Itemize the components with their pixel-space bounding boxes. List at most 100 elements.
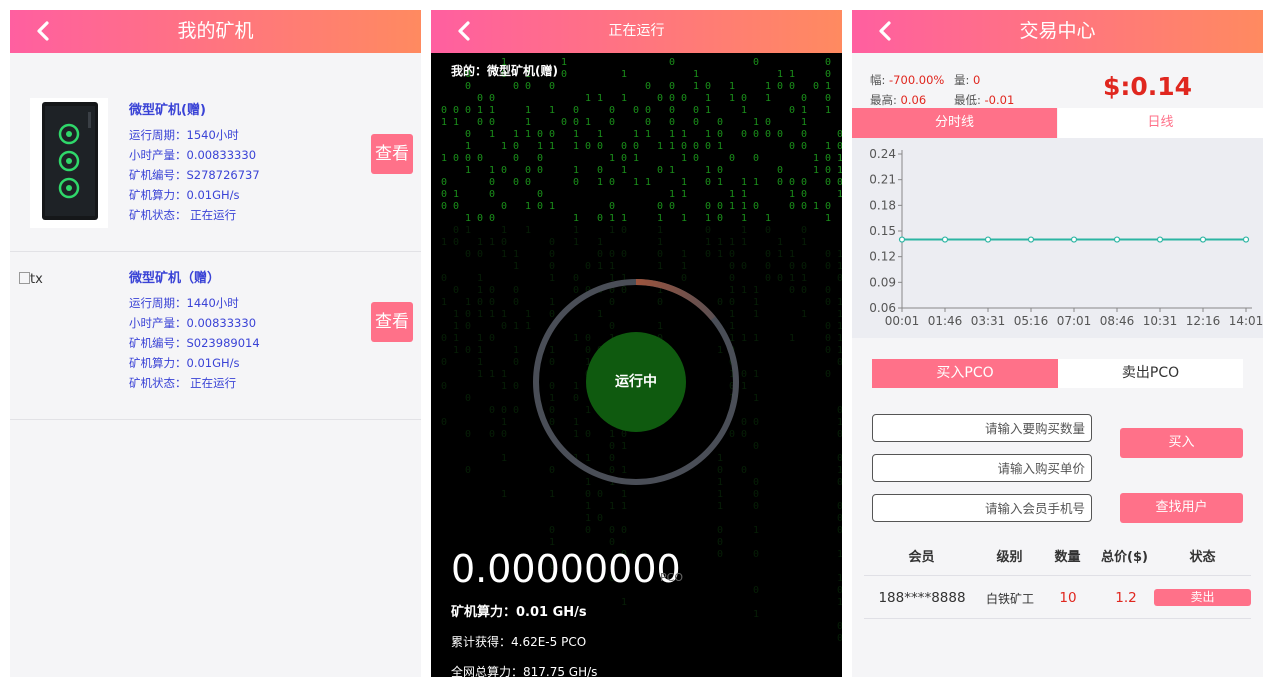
matrix-digit: 1 bbox=[465, 165, 471, 176]
matrix-digit: 0 bbox=[645, 117, 651, 128]
total-earned-line: 累计获得：4.62E-5 PCO bbox=[451, 635, 587, 649]
matrix-digit: 0 bbox=[489, 213, 495, 224]
matrix-digit: 0 bbox=[825, 261, 831, 272]
matrix-digit: 1 bbox=[753, 369, 759, 380]
matrix-digit: 0 bbox=[513, 381, 519, 392]
matrix-digit: 0 bbox=[765, 129, 771, 140]
quantity-input[interactable] bbox=[872, 414, 1092, 442]
matrix-digit: 1 bbox=[573, 237, 579, 248]
matrix-digit: 1 bbox=[549, 201, 555, 212]
matrix-digit: 1 bbox=[621, 489, 627, 500]
matrix-digit: 0 bbox=[549, 237, 555, 248]
matrix-digit: 0 bbox=[753, 153, 759, 164]
matrix-digit: 1 bbox=[609, 213, 615, 224]
matrix-digit: 0 bbox=[753, 501, 759, 512]
matrix-digit: 0 bbox=[441, 333, 447, 344]
matrix-digit: 1 bbox=[597, 237, 603, 248]
matrix-digit: 0 bbox=[837, 633, 842, 644]
matrix-digit: 1 bbox=[789, 273, 795, 284]
matrix-digit: 0 bbox=[705, 225, 711, 236]
change-stat: 幅: -700.00% bbox=[870, 72, 944, 88]
matrix-digit: 1 bbox=[657, 225, 663, 236]
matrix-digit: 0 bbox=[801, 285, 807, 296]
tab-sell[interactable]: 卖出PCO bbox=[1058, 359, 1243, 388]
matrix-digit: 1 bbox=[477, 237, 483, 248]
row-quantity: 10 bbox=[1059, 590, 1077, 606]
matrix-digit: 0 bbox=[681, 93, 687, 104]
matrix-digit: 0 bbox=[465, 393, 471, 404]
tab-daily[interactable]: 日线 bbox=[1058, 108, 1263, 138]
matrix-digit: 0 bbox=[669, 81, 675, 92]
view-button[interactable]: 查看 bbox=[371, 134, 413, 174]
x-tick-label: 10:31 bbox=[1143, 314, 1178, 328]
find-user-button[interactable]: 查找用户 bbox=[1120, 493, 1243, 523]
matrix-digit: 0 bbox=[441, 177, 447, 188]
price-point bbox=[941, 236, 949, 243]
matrix-digit: 0 bbox=[597, 249, 603, 260]
matrix-digit: 0 bbox=[465, 309, 471, 320]
price-point bbox=[898, 236, 906, 243]
trading-header: 交易中心 bbox=[852, 10, 1263, 53]
matrix-digit: 1 bbox=[597, 177, 603, 188]
matrix-digit: 0 bbox=[837, 585, 842, 596]
y-tick-label: 0.06 bbox=[869, 301, 896, 315]
matrix-digit: 1 bbox=[729, 189, 735, 200]
miner-power: 矿机算力：0.01GH/s bbox=[129, 356, 240, 370]
matrix-digit: 0 bbox=[561, 69, 567, 80]
matrix-digit: 0 bbox=[765, 261, 771, 272]
tab-buy[interactable]: 买入PCO bbox=[872, 359, 1058, 388]
page-title: 我的矿机 bbox=[177, 20, 254, 42]
matrix-digit: 0 bbox=[465, 81, 471, 92]
matrix-digit: 0 bbox=[669, 57, 675, 68]
matrix-digit: 0 bbox=[441, 105, 447, 116]
matrix-digit: 0 bbox=[753, 585, 759, 596]
miner-hourly-output: 小时产量：0.00833330 bbox=[129, 316, 257, 330]
matrix-digit: 0 bbox=[789, 261, 795, 272]
matrix-digit: 0 bbox=[501, 165, 507, 176]
matrix-digit: 0 bbox=[837, 129, 842, 140]
col-header-quantity: 数量 bbox=[1054, 550, 1081, 565]
matrix-digit: 1 bbox=[573, 129, 579, 140]
matrix-digit: 0 bbox=[465, 429, 471, 440]
matrix-digit: 0 bbox=[837, 357, 842, 368]
matrix-digit: 0 bbox=[453, 105, 459, 116]
view-button[interactable]: 查看 bbox=[371, 302, 413, 342]
matrix-digit: 1 bbox=[825, 105, 831, 116]
matrix-digit: 0 bbox=[693, 141, 699, 152]
sell-button[interactable]: 卖出 bbox=[1154, 589, 1251, 606]
matrix-digit: 0 bbox=[729, 261, 735, 272]
x-tick-label: 01:46 bbox=[928, 314, 963, 328]
matrix-digit: 0 bbox=[765, 249, 771, 260]
high-value: 0.06 bbox=[900, 93, 927, 107]
matrix-digit: 1 bbox=[501, 381, 507, 392]
matrix-digit: 1 bbox=[741, 225, 747, 236]
matrix-digit: 1 bbox=[525, 117, 531, 128]
buy-button[interactable]: 买入 bbox=[1120, 428, 1243, 458]
matrix-digit: 0 bbox=[705, 201, 711, 212]
matrix-digit: 0 bbox=[705, 249, 711, 260]
matrix-digit: 1 bbox=[741, 237, 747, 248]
matrix-digit: 0 bbox=[753, 489, 759, 500]
matrix-digit: 0 bbox=[549, 129, 555, 140]
unit-price-input[interactable] bbox=[872, 454, 1092, 482]
miner-status: 矿机状态： 正在运行 bbox=[129, 376, 237, 390]
matrix-digit: 1 bbox=[621, 165, 627, 176]
matrix-digit: 0 bbox=[777, 129, 783, 140]
matrix-digit: 1 bbox=[777, 249, 783, 260]
matrix-digit: 0 bbox=[609, 201, 615, 212]
matrix-digit: 0 bbox=[825, 321, 831, 332]
matrix-digit: 0 bbox=[669, 93, 675, 104]
tab-timeline[interactable]: 分时线 bbox=[852, 108, 1057, 138]
matrix-digit: 1 bbox=[777, 69, 783, 80]
price-point bbox=[1070, 236, 1078, 243]
matrix-digit: 0 bbox=[453, 225, 459, 236]
member-phone-input[interactable] bbox=[872, 494, 1092, 522]
matrix-digit: 0 bbox=[489, 177, 495, 188]
matrix-digit: 0 bbox=[825, 249, 831, 260]
matrix-digit: 1 bbox=[753, 609, 759, 620]
col-header-total: 总价($) bbox=[1101, 550, 1148, 565]
matrix-digit: 1 bbox=[741, 201, 747, 212]
miner-cycle: 运行周期：1540小时 bbox=[129, 128, 239, 142]
matrix-digit: 1 bbox=[441, 297, 447, 308]
matrix-digit: 1 bbox=[753, 333, 759, 344]
